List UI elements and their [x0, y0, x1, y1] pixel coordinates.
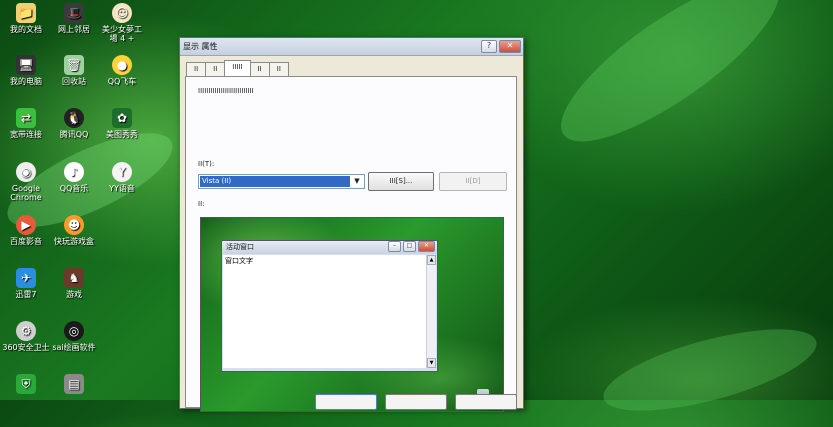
baidu-player-icon: ▶ — [16, 215, 36, 235]
tab-appearance[interactable]: II — [249, 62, 270, 76]
documents-icon: 📁 — [16, 3, 36, 23]
desktop-icon-computer[interactable]: 🖥 我的电脑 — [0, 55, 52, 86]
display-properties-dialog: 显示 属性 ? ✕ II II IIIII II II IIIIIIIIIIII… — [179, 37, 524, 412]
qq-music-icon: ♪ — [64, 162, 84, 182]
preview-scrollbar: ▲ ▼ — [426, 255, 436, 368]
computer-icon: 🖥 — [16, 55, 36, 75]
games-folder-icon: ♞ — [64, 268, 84, 288]
scroll-down-icon: ▼ — [427, 358, 436, 368]
preview-active-window: 活动窗口 – □ ✕ 窗口文字 ▲ ▼ — [221, 240, 438, 372]
meitu-icon: ✿ — [112, 108, 132, 128]
dialog-title: 显示 属性 — [183, 42, 218, 51]
desktop-icon-game[interactable]: ☺ 美少女夢工 場 4 + — [96, 3, 148, 43]
cancel-button[interactable] — [385, 394, 447, 410]
desktop-icon-shield[interactable]: ⛨ — [0, 374, 52, 396]
desktop-icon-network[interactable]: 🎩 网上邻居 — [48, 3, 100, 34]
desktop-icon-recycle-bin[interactable]: 🗑 回收站 — [48, 55, 100, 86]
toolbox-icon: ▤ — [64, 374, 84, 394]
preview-window-body: 窗口文字 — [223, 255, 426, 368]
recycle-bin-icon: 🗑 — [64, 55, 84, 75]
help-button[interactable]: ? — [481, 40, 497, 53]
broadband-icon: ⇄ — [16, 108, 36, 128]
preview-close-icon: ✕ — [418, 241, 435, 252]
desktop-icon-meitu[interactable]: ✿ 美图秀秀 — [96, 108, 148, 139]
tab-desktop[interactable]: II — [205, 62, 226, 76]
desktop-icon-chrome[interactable]: ◉ Google Chrome — [0, 162, 52, 202]
desktop-icon-game-box[interactable]: ☻ 快玩游戏盒 — [48, 215, 100, 246]
game-icon: ☺ — [112, 3, 132, 23]
desktop-icon-sai[interactable]: ◎ sai绘画软件 — [48, 321, 100, 352]
preview-maximize-icon: □ — [403, 241, 416, 252]
panel-description: IIIIIIIIIIIIIIIIIIIIIIIIIII — [198, 87, 254, 95]
position-button: II[D] — [439, 172, 507, 191]
preview-label: II: — [198, 200, 205, 208]
desktop-icon-qq[interactable]: 🐧 腾讯QQ — [48, 108, 100, 139]
network-icon: 🎩 — [64, 3, 84, 23]
security-360-icon: ⚙ — [16, 321, 36, 341]
ok-button[interactable] — [315, 394, 377, 410]
game-box-icon: ☻ — [64, 215, 84, 235]
dialog-titlebar[interactable]: 显示 属性 ? ✕ — [180, 38, 523, 56]
chrome-icon: ◉ — [16, 162, 36, 182]
shield-icon: ⛨ — [16, 374, 36, 394]
qq-icon: 🐧 — [64, 108, 84, 128]
preview-monitor: 活动窗口 – □ ✕ 窗口文字 ▲ ▼ — [200, 217, 504, 412]
preview-window-titlebar: 活动窗口 – □ ✕ — [222, 241, 437, 254]
tab-screensaver[interactable]: IIIII — [224, 60, 251, 76]
browse-button[interactable]: III[S]... — [368, 172, 434, 191]
desktop-icon-360[interactable]: ⚙ 360安全卫士 — [0, 321, 52, 352]
desktop-icon-baidu-player[interactable]: ▶ 百度影音 — [0, 215, 52, 246]
yy-icon: Y — [112, 162, 132, 182]
desktop-icon-thunder[interactable]: ✈ 迅雷7 — [0, 268, 52, 299]
preview-window-text: 窗口文字 — [225, 257, 253, 265]
sai-icon: ◎ — [64, 321, 84, 341]
background-label: II(T): — [198, 160, 215, 168]
desktop-icon-yy[interactable]: Y YY语音 — [96, 162, 148, 193]
chevron-down-icon[interactable]: ▼ — [351, 176, 363, 187]
background-dropdown[interactable]: Vista (II) ▼ — [198, 174, 365, 189]
desktop-icon-qq-speed[interactable]: ● QQ飞车 — [96, 55, 148, 86]
tab-themes[interactable]: II — [186, 62, 207, 76]
desktop-icon-documents[interactable]: 📁 我的文档 — [0, 3, 52, 34]
tab-settings[interactable]: II — [268, 62, 289, 76]
desktop-icon-games-folder[interactable]: ♞ 游戏 — [48, 268, 100, 299]
desktop-icon-tool[interactable]: ▤ — [48, 374, 100, 396]
preview-window-title: 活动窗口 — [226, 243, 254, 251]
desktop-icon-qq-music[interactable]: ♪ QQ音乐 — [48, 162, 100, 193]
close-button[interactable]: ✕ — [499, 40, 521, 53]
tab-strip: II II IIIII II II — [186, 60, 289, 76]
desktop-icon-broadband[interactable]: ⇄ 宽带连接 — [0, 108, 52, 139]
preview-minimize-icon: – — [388, 241, 401, 252]
apply-button[interactable] — [455, 394, 517, 410]
background-selected-value: Vista (II) — [200, 176, 350, 187]
scroll-up-icon: ▲ — [427, 255, 436, 265]
tab-panel: IIIIIIIIIIIIIIIIIIIIIIIIIII II(T): Vista… — [185, 76, 517, 412]
qq-speed-icon: ● — [112, 55, 132, 75]
thunder-icon: ✈ — [16, 268, 36, 288]
